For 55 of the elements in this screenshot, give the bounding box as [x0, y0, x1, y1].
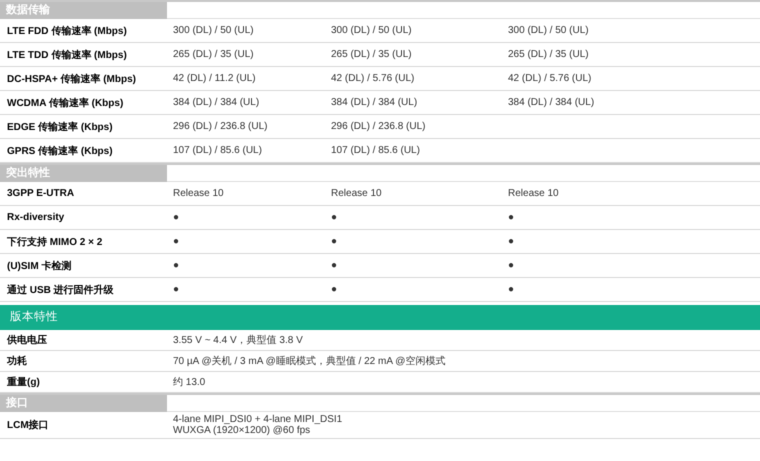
table-cell: ●: [173, 260, 180, 271]
section-header: 接口: [0, 395, 167, 412]
table-cell: 300 (DL) / 50 (UL): [508, 25, 589, 36]
row-label: 重量(g): [6, 376, 41, 389]
table-cell: 300 (DL) / 50 (UL): [331, 25, 412, 36]
table-cell: 70 µA @关机 / 3 mA @睡眠模式，典型值 / 22 mA @空闲模式: [173, 356, 446, 367]
table-cell: ●: [331, 284, 338, 295]
table-cell-text: 4-lane MIPI_DSI0 + 4-lane MIPI_DSI1: [173, 414, 344, 425]
table-cell: 384 (DL) / 384 (UL): [508, 97, 594, 108]
table-cell: Release 10: [508, 188, 559, 199]
table-cell: 300 (DL) / 50 (UL): [173, 25, 254, 36]
table-cell: 42 (DL) / 11.2 (UL): [173, 73, 256, 84]
table-cell: 42 (DL) / 5.76 (UL): [331, 73, 414, 84]
table-cell: 107 (DL) / 85.6 (UL): [173, 145, 262, 156]
row-label: DC-HSPA+ 传输速率 (Mbps): [6, 72, 137, 86]
table-cell: ●: [173, 284, 180, 295]
row-label: Rx-diversity: [6, 212, 66, 223]
table-cell: 265 (DL) / 35 (UL): [331, 49, 412, 60]
row-label: 供电电压: [6, 334, 48, 347]
table-cell: 265 (DL) / 35 (UL): [508, 49, 589, 60]
table-cell: ●: [173, 212, 180, 223]
table-cell: ●: [508, 236, 514, 247]
table-cell: ●: [508, 260, 514, 271]
table-cell: Release 10: [331, 188, 382, 199]
table-cell: 384 (DL) / 384 (UL): [173, 97, 260, 108]
table-cell: ●: [173, 236, 180, 247]
table-cell: ●: [331, 212, 338, 223]
row-label: 下行支持 MIMO 2 × 2: [6, 236, 104, 248]
table-cell: 296 (DL) / 236.8 (UL): [173, 121, 268, 132]
table-cell: ●: [508, 212, 514, 223]
section-header: 版本特性: [0, 305, 760, 330]
section-header: 数据传输: [0, 2, 167, 19]
row-label: LTE FDD 传输速率 (Mbps): [6, 24, 128, 38]
table-cell: ●: [331, 236, 338, 247]
table-cell: Release 10: [173, 188, 224, 199]
table-cell: 265 (DL) / 35 (UL): [173, 49, 254, 60]
table-cell: 3.55 V ~ 4.4 V，典型值 3.8 V: [173, 335, 303, 346]
table-cell: ●: [508, 284, 514, 295]
row-label: EDGE 传输速率 (Kbps): [6, 120, 114, 134]
table-cell: 296 (DL) / 236.8 (UL): [331, 121, 426, 132]
row-label: (U)SIM 卡检测: [6, 260, 72, 272]
table-cell: 42 (DL) / 5.76 (UL): [508, 73, 592, 84]
table-cell-text: WUXGA (1920×1200) @60 fps: [173, 425, 312, 436]
row-label: LTE TDD 传输速率 (Mbps): [6, 48, 128, 62]
row-label: 功耗: [6, 354, 28, 368]
table-cell: ●: [331, 260, 338, 271]
table-cell: 约 13.0: [173, 377, 206, 388]
row-label: 通过 USB 进行固件升级: [6, 284, 115, 296]
section-header: 突出特性: [0, 165, 167, 182]
table-cell: 384 (DL) / 384 (UL): [331, 97, 418, 108]
row-label: GPRS 传输速率 (Kbps): [6, 144, 114, 158]
row-label: 3GPP E-UTRA: [6, 188, 76, 199]
row-label: WCDMA 传输速率 (Kbps): [6, 96, 124, 110]
row-label: LCM接口: [6, 418, 50, 432]
table-cell: 107 (DL) / 85.6 (UL): [331, 145, 420, 156]
